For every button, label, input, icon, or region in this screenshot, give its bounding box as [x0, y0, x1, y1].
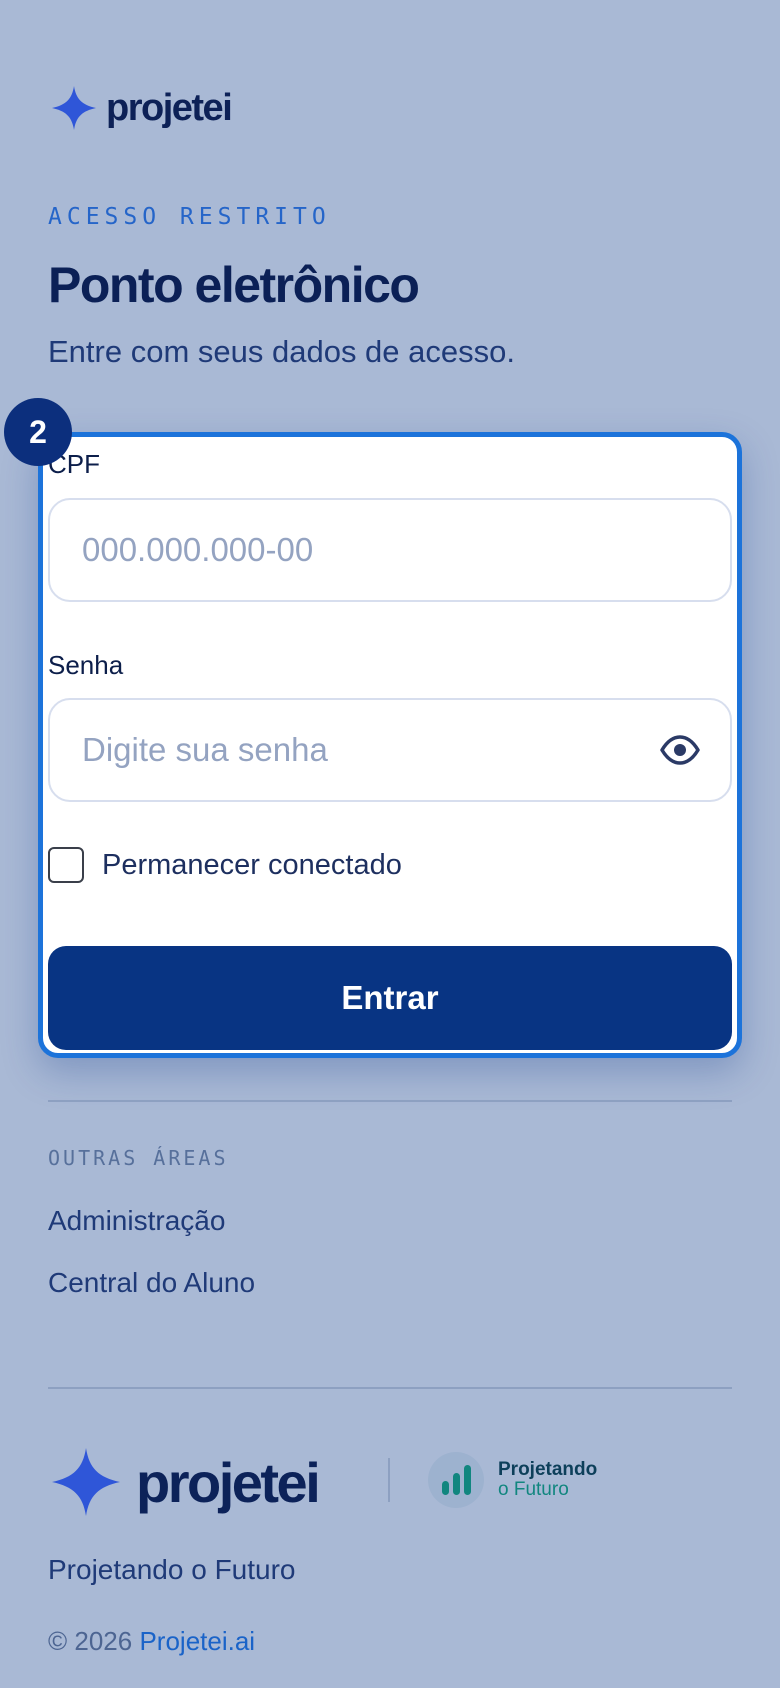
- partner-logo-lockup: Projetando o Futuro: [428, 1452, 597, 1508]
- link-central-do-aluno[interactable]: Central do Aluno: [48, 1267, 255, 1299]
- copyright-text: © 2026: [48, 1626, 133, 1656]
- remember-me-label[interactable]: Permanecer conectado: [102, 849, 402, 882]
- remember-me-checkbox[interactable]: [48, 847, 84, 883]
- other-areas-label: OUTRAS ÁREAS: [48, 1146, 229, 1170]
- cpf-placeholder: 000.000.000-00: [82, 531, 314, 568]
- sparkle-star-icon: [52, 86, 96, 130]
- password-placeholder: Digite sua senha: [82, 731, 328, 768]
- partner-name: Projetando: [498, 1459, 598, 1481]
- bar-chart-icon: [428, 1452, 484, 1508]
- step-number-badge: 2: [4, 398, 72, 466]
- partner-tagline: o Futuro: [498, 1479, 569, 1500]
- copyright: © 2026 Projetei.ai: [48, 1626, 255, 1657]
- footer-brand-wordmark: projetei: [136, 1450, 321, 1514]
- footer-tagline: Projetando o Futuro: [48, 1554, 296, 1585]
- cpf-input[interactable]: 000.000.000-00: [48, 498, 732, 602]
- footer-brand[interactable]: projetei: [52, 1448, 321, 1516]
- page-subtitle: Entre com seus dados de acesso.: [48, 334, 515, 369]
- footer-divider: [48, 1387, 732, 1389]
- password-label: Senha: [48, 650, 124, 680]
- eye-icon[interactable]: [660, 730, 700, 770]
- brand-header[interactable]: projetei: [52, 86, 233, 130]
- password-input[interactable]: Digite sua senha: [48, 698, 732, 802]
- section-divider: [48, 1100, 732, 1102]
- link-administracao[interactable]: Administração: [48, 1205, 225, 1237]
- login-submit-button[interactable]: Entrar: [48, 946, 732, 1050]
- brand-separator: [388, 1458, 390, 1502]
- remember-me-row[interactable]: Permanecer conectado: [48, 847, 402, 883]
- sparkle-star-icon: [52, 1448, 120, 1516]
- page-title: Ponto eletrônico: [48, 257, 420, 313]
- brand-wordmark: projetei: [106, 86, 233, 129]
- copyright-link[interactable]: Projetei.ai: [139, 1626, 255, 1656]
- eyebrow-label: ACESSO RESTRITO: [48, 204, 331, 230]
